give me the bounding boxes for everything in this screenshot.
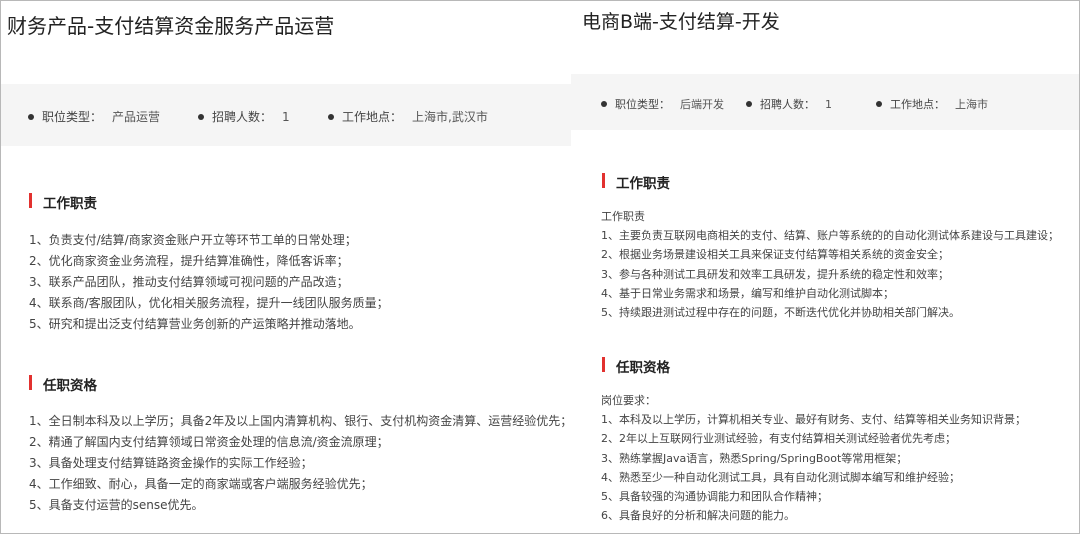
list-item: 工作职责: [601, 210, 645, 223]
list-item: 2、精通了解国内支付结算领域日常资金处理的信息流/资金流原理；: [29, 435, 389, 449]
accent-bar-icon: [29, 375, 32, 390]
list-item: 5、持续跟进测试过程中存在的问题，不断迭代优化并协助相关部门解决。: [601, 306, 960, 320]
list-item: 2、优化商家资金业务流程，提升结算准确性，降低客诉率；: [29, 254, 349, 268]
list-item: 1、本科及以上学历，计算机相关专业、最好有财务、支付、结算等相关业务知识背景；: [601, 413, 1026, 427]
list-item: 1、全日制本科及以上学历；具备2年及以上国内清算机构、银行、支付机构资金清算、运…: [29, 414, 571, 428]
list-item: 4、熟悉至少一种自动化测试工具，具有自动化测试脚本编写和维护经验；: [601, 470, 960, 484]
job-card-finance-product: 财务产品-支付结算资金服务产品运营 职位类型： 产品运营 招聘人数： 1 工作地点：…: [1, 0, 571, 534]
bullet-dot-icon: [328, 113, 334, 120]
bullet-dot-icon: [746, 101, 752, 107]
bullet-dot-icon: [198, 113, 204, 120]
list-item: 1、主要负责互联网电商相关的支付、结算、账户等系统的的自动化测试体系建设与工具建…: [601, 229, 1059, 243]
list-item: 4、联系商/客服团队，优化相关服务流程，提升一线团队服务质量；: [29, 296, 389, 310]
list-item: 4、工作细致、耐心，具备一定的商家端或客户端服务经验优先；: [29, 477, 373, 491]
duties-list: 1、负责支付/结算/商家资金账户开立等环节工单的日常处理； 2、优化商家资金业务…: [29, 230, 389, 335]
section-duties-heading: 工作职责: [29, 192, 97, 212]
bullet-dot-icon: [28, 113, 34, 120]
requirements-list: 1、全日制本科及以上学历；具备2年及以上国内清算机构、银行、支付机构资金清算、运…: [29, 411, 571, 516]
list-item: 2、2年以上互联网行业测试经验，有支付结算相关测试经验者优先考虑；: [601, 432, 956, 446]
job-meta-band: 职位类型： 后端开发 招聘人数： 1 工作地点： 上海市: [571, 74, 1079, 130]
list-item: 3、参与各种测试工具研发和效率工具研发，提升系统的稳定性和效率；: [601, 267, 949, 281]
list-item: 3、具备处理支付结算链路资金操作的实际工作经验；: [29, 456, 313, 470]
list-item: 岗位要求：: [601, 394, 656, 407]
requirements-list: 岗位要求： 1、本科及以上学历，计算机相关专业、最好有财务、支付、结算等相关业务…: [601, 391, 1026, 525]
accent-bar-icon: [602, 173, 605, 188]
meta-location: 工作地点： 上海市,武汉市: [328, 108, 488, 125]
section-requirements-heading: 任职资格: [602, 356, 670, 376]
list-item: 2、根据业务场景建设相关工具来保证支付结算等相关系统的资金安全；: [601, 248, 949, 262]
duties-list: 工作职责 1、主要负责互联网电商相关的支付、结算、账户等系统的的自动化测试体系建…: [601, 207, 1059, 322]
list-item: 4、基于日常业务需求和场景，编写和维护自动化测试脚本；: [601, 286, 894, 300]
job-title: 电商B端-支付结算-开发: [582, 11, 780, 33]
section-duties-heading: 工作职责: [602, 172, 670, 192]
accent-bar-icon: [602, 357, 605, 372]
meta-location: 工作地点： 上海市: [876, 96, 988, 112]
list-item: 5、具备支付运营的sense优先。: [29, 498, 204, 512]
list-item: 3、联系产品团队，推动支付结算领域可视问题的产品改造；: [29, 275, 349, 289]
meta-job-type: 职位类型： 产品运营: [28, 108, 160, 125]
list-item: 6、具备良好的分析和解决问题的能力。: [601, 509, 795, 523]
list-item: 3、熟练掌握Java语言，熟悉Spring/SpringBoot等常用框架；: [601, 451, 908, 465]
bullet-dot-icon: [601, 101, 607, 107]
job-title: 财务产品-支付结算资金服务产品运营: [7, 14, 335, 38]
list-item: 5、具备较强的沟通协调能力和团队合作精神；: [601, 490, 828, 504]
meta-job-type: 职位类型： 后端开发: [601, 96, 724, 112]
list-item: 1、负责支付/结算/商家资金账户开立等环节工单的日常处理；: [29, 233, 357, 247]
section-requirements-heading: 任职资格: [29, 374, 97, 394]
list-item: 5、研究和提出泛支付结算营业务创新的产运策略并推动落地。: [29, 317, 361, 331]
meta-headcount: 招聘人数： 1: [746, 96, 832, 112]
bullet-dot-icon: [876, 101, 882, 107]
meta-headcount: 招聘人数： 1: [198, 108, 290, 125]
accent-bar-icon: [29, 193, 32, 208]
job-meta-band: 职位类型： 产品运营 招聘人数： 1 工作地点： 上海市,武汉市: [1, 84, 571, 146]
job-card-ecommerce-dev: 电商B端-支付结算-开发 职位类型： 后端开发 招聘人数： 1 工作地点： 上海市 工…: [571, 0, 1079, 534]
